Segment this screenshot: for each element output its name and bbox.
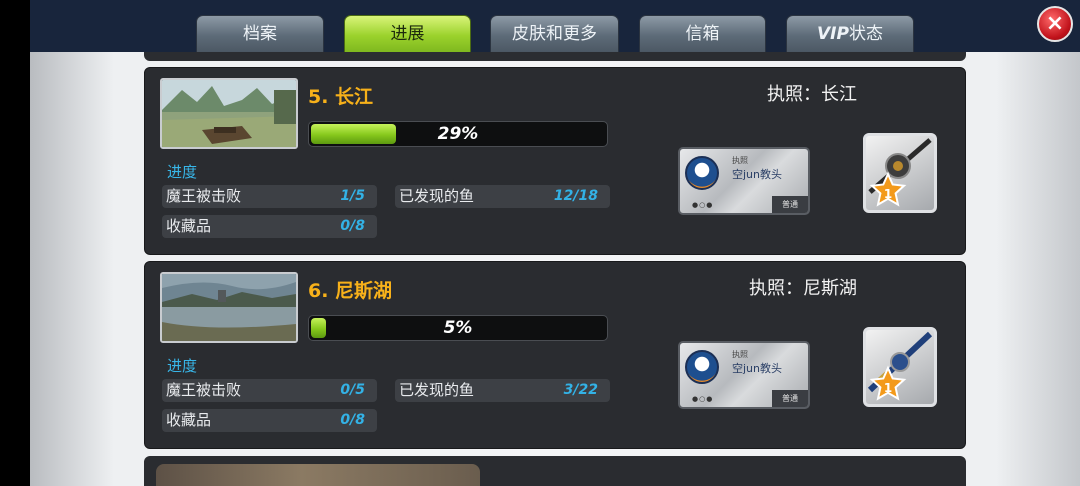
progress-section-label: 进度 <box>167 357 198 375</box>
yangtze-scene-image <box>162 80 296 147</box>
loch-ness-scene-image <box>162 274 296 341</box>
rod-level: 1 <box>884 381 892 395</box>
license-title: 执照：长江 <box>767 84 857 105</box>
collectibles-value: 0/8 <box>340 218 365 234</box>
lake-thumbnail-next <box>156 464 480 486</box>
tab-skins[interactable]: 皮肤和更多 <box>490 15 619 52</box>
tab-vip-status[interactable]: VIP状态 <box>786 15 914 52</box>
progress-percent: 5% <box>443 318 473 338</box>
license-avatar <box>685 350 719 384</box>
lake-thumbnail-yangtze <box>160 78 298 149</box>
license-card[interactable]: 执照 空jun教头 ●○● 普通 <box>678 147 810 215</box>
close-icon: × <box>1045 11 1065 36</box>
lake-card-loch-ness: 6. 尼斯湖 5% 进度 魔王被击败 0/5 已发现的鱼 3/22 收藏品 0/… <box>144 261 966 449</box>
lake-title: 5. 长江 <box>308 86 374 108</box>
fish-discovered-label: 已发现的鱼 <box>399 187 475 205</box>
bosses-defeated-label: 魔王被击败 <box>166 187 242 205</box>
collectibles-row: 收藏品 0/8 <box>162 409 377 432</box>
bosses-defeated-row: 魔王被击败 0/5 <box>162 379 377 402</box>
collectibles-label: 收藏品 <box>166 411 212 429</box>
license-card-tag: 执照 <box>732 156 748 165</box>
tab-profile[interactable]: 档案 <box>196 15 324 52</box>
vip-label: VIP <box>817 24 849 44</box>
fish-discovered-value: 12/18 <box>553 188 598 204</box>
lake-card-next <box>144 456 966 486</box>
license-card-grade: 普通 <box>772 196 808 213</box>
bosses-defeated-value: 1/5 <box>340 188 365 204</box>
collectibles-label: 收藏品 <box>166 217 212 235</box>
license-card-dots: ●○● <box>692 201 714 209</box>
progress-percent: 29% <box>437 124 479 144</box>
lake-thumbnail-loch-ness <box>160 272 298 343</box>
license-card-tag: 执照 <box>732 350 748 359</box>
bosses-defeated-row: 魔王被击败 1/5 <box>162 185 377 208</box>
rod-level: 1 <box>884 187 892 201</box>
previous-card-bottom <box>144 52 966 61</box>
fish-discovered-row: 已发现的鱼 12/18 <box>395 185 610 208</box>
collectibles-value: 0/8 <box>340 412 365 428</box>
lake-progress-bar: 5% <box>308 315 608 341</box>
game-screen: 档案 进展 皮肤和更多 信箱 VIP状态 × 5. 长江 29% 进度 魔王被击… <box>30 0 1080 486</box>
collectibles-row: 收藏品 0/8 <box>162 215 377 238</box>
progress-section-label: 进度 <box>167 163 198 181</box>
bosses-defeated-value: 0/5 <box>340 382 365 398</box>
top-tab-bar: 档案 进展 皮肤和更多 信箱 VIP状态 × <box>30 0 1080 52</box>
license-title: 执照：尼斯湖 <box>749 278 857 299</box>
tab-mailbox[interactable]: 信箱 <box>639 15 766 52</box>
license-card-name: 空jun教头 <box>732 168 782 181</box>
fish-discovered-row: 已发现的鱼 3/22 <box>395 379 610 402</box>
tab-progress[interactable]: 进展 <box>344 15 471 52</box>
lake-card-yangtze: 5. 长江 29% 进度 魔王被击败 1/5 已发现的鱼 12/18 收藏品 0… <box>144 67 966 255</box>
lake-progress-bar: 29% <box>308 121 608 147</box>
lake-title: 6. 尼斯湖 <box>308 280 393 302</box>
bosses-defeated-label: 魔王被击败 <box>166 381 242 399</box>
license-card-dots: ●○● <box>692 395 714 403</box>
close-button[interactable]: × <box>1037 6 1073 42</box>
license-card[interactable]: 执照 空jun教头 ●○● 普通 <box>678 341 810 409</box>
license-card-name: 空jun教头 <box>732 362 782 375</box>
fishing-rod-icon: 1 <box>868 138 932 207</box>
rod-reward-box[interactable]: 1 <box>863 133 937 213</box>
vip-status-label: 状态 <box>848 24 883 44</box>
fish-discovered-value: 3/22 <box>563 382 598 398</box>
rod-reward-box[interactable]: 1 <box>863 327 937 407</box>
license-card-grade: 普通 <box>772 390 808 407</box>
fishing-rod-icon: 1 <box>867 331 933 401</box>
license-avatar <box>685 156 719 190</box>
fish-discovered-label: 已发现的鱼 <box>399 381 475 399</box>
